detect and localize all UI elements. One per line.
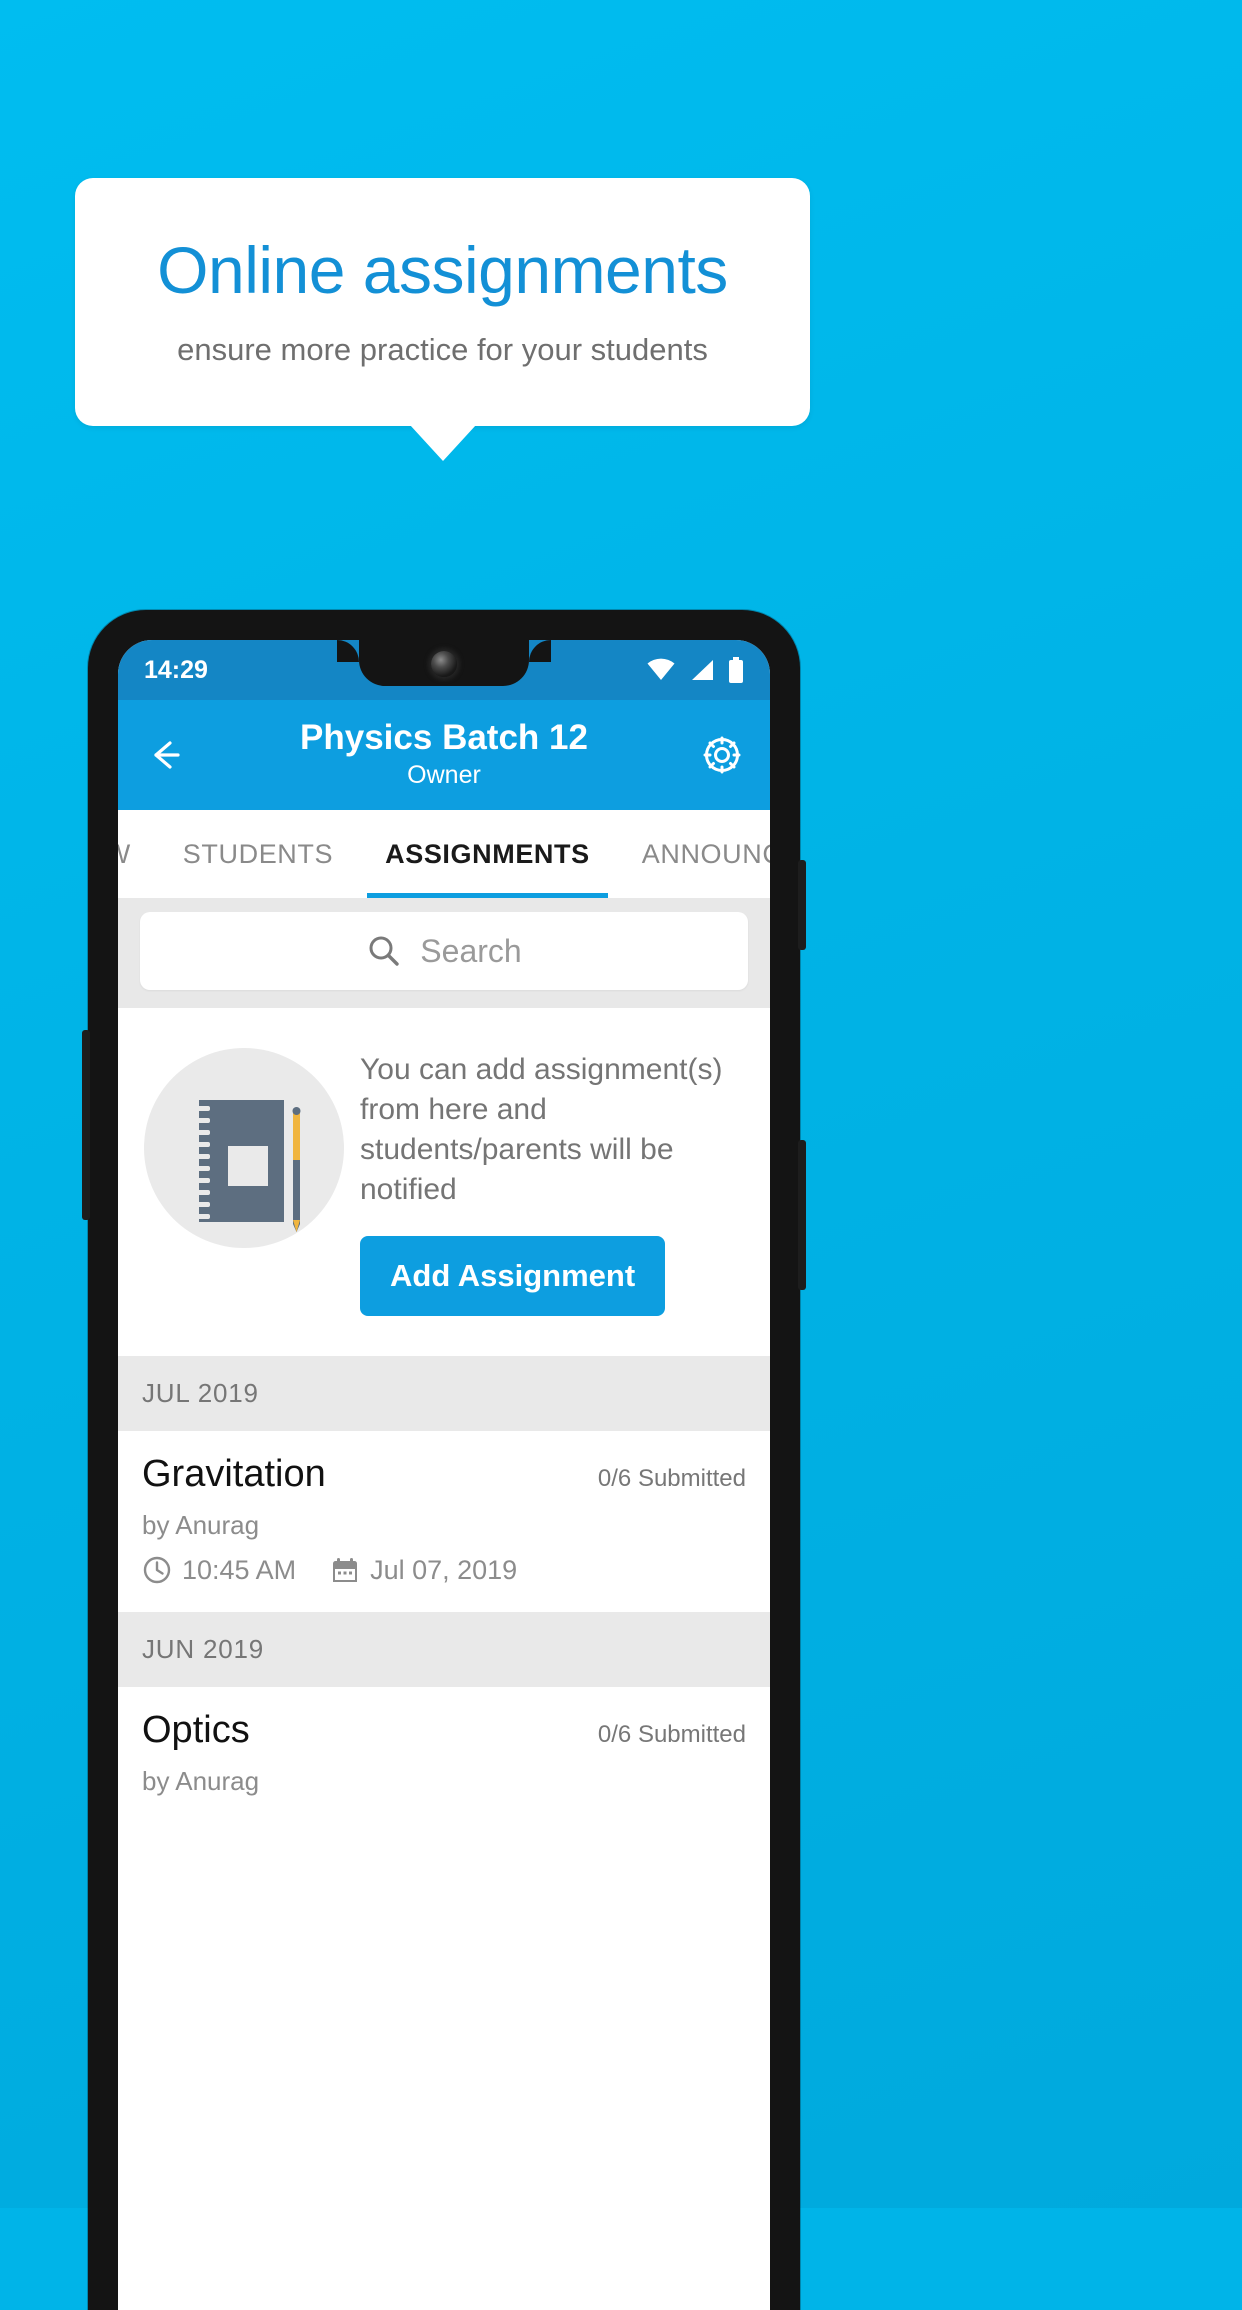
- empty-state-text: You can add assignment(s) from here and …: [360, 1053, 723, 1206]
- assignment-title: Gravitation: [142, 1452, 326, 1495]
- phone-volume-button: [798, 1140, 806, 1290]
- search-input[interactable]: Search: [140, 912, 748, 990]
- assignment-list: JUL 2019 Gravitation 0/6 Submitted by An…: [118, 1355, 770, 1823]
- promo-callout-card: Online assignments ensure more practice …: [75, 178, 810, 426]
- app-bar: Physics Batch 12 Owner: [118, 700, 770, 810]
- tab-announcements[interactable]: ANNOUNCEMENTS: [616, 810, 770, 898]
- tab-label: ANNOUNCEMENTS: [641, 838, 770, 869]
- promo-subtitle: ensure more practice for your students: [177, 331, 708, 367]
- clock-icon: [143, 1556, 171, 1584]
- tab-students[interactable]: STUDENTS: [157, 810, 359, 898]
- assignment-title: Optics: [142, 1708, 250, 1751]
- add-assignment-button[interactable]: Add Assignment: [360, 1235, 666, 1316]
- search-icon: [369, 936, 399, 966]
- month-header: JUN 2019: [118, 1611, 770, 1687]
- search-area: Search: [118, 898, 770, 1008]
- tab-label: IEW: [118, 839, 131, 870]
- phone-notch: [337, 640, 551, 686]
- phone-device-frame: 14:29 Physics Batch 12 Owner STUDENTS AS…: [82, 610, 806, 2310]
- calendar-icon: [333, 1558, 358, 1583]
- wifi-icon: [647, 658, 675, 680]
- assignment-time: 10:45 AM: [182, 1554, 297, 1585]
- tab-label: ASSIGNMENTS: [385, 838, 590, 869]
- month-header: JUL 2019: [118, 1355, 770, 1431]
- status-bar: 14:29: [118, 640, 770, 700]
- battery-icon: [729, 657, 743, 683]
- status-bar-icons: [646, 657, 744, 683]
- signal-icon: [692, 660, 713, 680]
- tab-assignments[interactable]: ASSIGNMENTS: [359, 810, 616, 898]
- phone-screen: 14:29 Physics Batch 12 Owner STUDENTS AS…: [118, 640, 770, 2310]
- phone-power-button: [798, 860, 806, 950]
- assignment-row[interactable]: Gravitation 0/6 Submitted by Anurag 10:4…: [118, 1430, 770, 1612]
- promo-title: Online assignments: [157, 233, 728, 308]
- page-subtitle: Owner: [407, 761, 481, 790]
- tab-overview[interactable]: IEW: [118, 810, 157, 898]
- phone-side-button-left: [82, 1030, 90, 1220]
- app-bar-title-block: Physics Batch 12 Owner: [118, 718, 770, 791]
- tab-bar[interactable]: IEW STUDENTS ASSIGNMENTS ANNOUNCEMENTS: [118, 810, 770, 898]
- assignment-author: by Anurag: [142, 1765, 260, 1796]
- tab-label: STUDENTS: [182, 838, 334, 869]
- callout-tail: [410, 425, 476, 461]
- empty-state-card: You can add assignment(s) from here and …: [118, 1008, 770, 1356]
- assignment-author: by Anurag: [142, 1509, 260, 1540]
- notebook-and-pen-icon: [144, 1048, 344, 1248]
- assignment-submitted-count: 0/6 Submitted: [597, 1720, 746, 1748]
- status-bar-clock: 14:29: [144, 655, 208, 684]
- assignment-submitted-count: 0/6 Submitted: [597, 1464, 746, 1492]
- back-arrow-icon[interactable]: [142, 731, 190, 779]
- empty-state-content: You can add assignment(s) from here and …: [344, 1042, 748, 1316]
- assignment-date: Jul 07, 2019: [370, 1554, 518, 1585]
- page-title: Physics Batch 12: [300, 718, 588, 758]
- assignment-meta: 10:45 AM Jul 07, 2019: [142, 1555, 746, 1586]
- gear-icon[interactable]: [698, 731, 746, 779]
- front-camera-icon: [431, 651, 457, 677]
- assignment-row[interactable]: Optics 0/6 Submitted by Anurag: [118, 1686, 770, 1823]
- search-placeholder: Search: [420, 932, 522, 969]
